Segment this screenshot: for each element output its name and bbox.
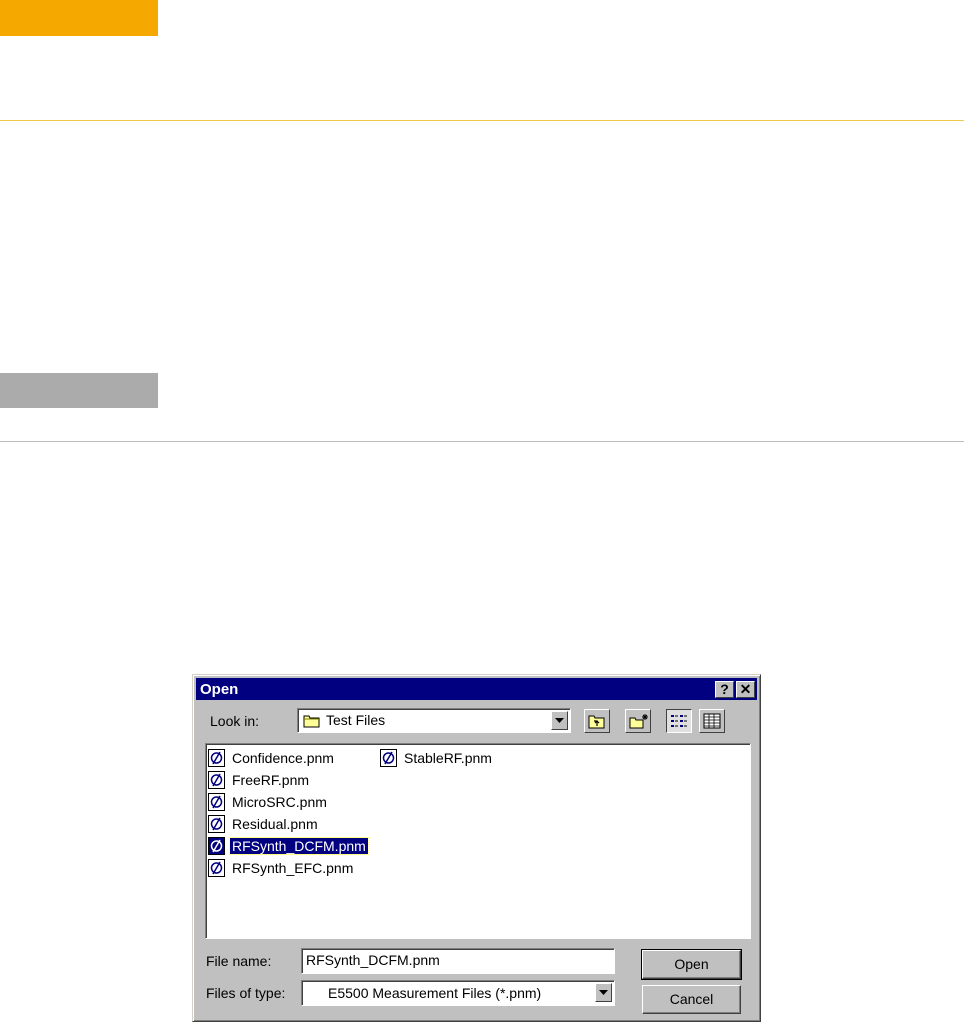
pnm-file-icon <box>208 749 225 767</box>
files-of-type-value: E5500 Measurement Files (*.pnm) <box>328 985 542 1001</box>
list-view-button[interactable] <box>666 709 692 733</box>
orange-section-tab <box>0 0 158 36</box>
pnm-file-icon <box>208 793 225 811</box>
gray-section-tab <box>0 373 158 408</box>
files-of-type-dropdown-arrow[interactable] <box>595 983 612 1002</box>
pnm-file-icon <box>208 771 225 789</box>
pnm-file-icon <box>208 837 225 855</box>
pnm-file-icon <box>208 815 225 833</box>
list-view-icon <box>671 715 687 727</box>
chevron-down-icon <box>599 990 608 995</box>
up-one-level-button[interactable] <box>584 709 610 733</box>
details-view-icon <box>703 713 721 729</box>
look-in-dropdown[interactable]: Test Files <box>297 708 571 733</box>
files-of-type-label: Files of type: <box>206 985 286 1001</box>
dialog-title-bar[interactable]: Open ? ✕ <box>196 678 757 700</box>
create-new-folder-icon <box>629 714 648 729</box>
file-name-label: File name: <box>206 953 272 969</box>
open-dialog: Open ? ✕ Look in: Test Files Confidence.… <box>192 674 761 1022</box>
up-one-level-icon <box>588 715 605 729</box>
pnm-file-icon <box>208 859 225 877</box>
details-view-button[interactable] <box>699 709 725 733</box>
pnm-file-icon <box>380 749 397 767</box>
cancel-button[interactable]: Cancel <box>642 985 741 1014</box>
gold-divider <box>0 120 964 121</box>
look-in-label: Look in: <box>210 713 260 729</box>
folder-icon <box>303 713 321 733</box>
files-of-type-dropdown[interactable]: E5500 Measurement Files (*.pnm) <box>301 980 615 1006</box>
gray-divider <box>0 441 964 442</box>
file-list[interactable]: Confidence.pnm FreeRF.pnm MicroSRC.pnm R… <box>205 743 751 939</box>
open-button[interactable]: Open <box>641 949 742 980</box>
look-in-value: Test Files <box>326 712 386 728</box>
create-new-folder-button[interactable] <box>625 709 651 733</box>
file-name-input[interactable]: RFSynth_DCFM.pnm <box>301 948 615 974</box>
dialog-title: Open <box>200 681 239 698</box>
look-in-dropdown-arrow[interactable] <box>551 711 568 730</box>
chevron-down-icon <box>555 718 564 723</box>
help-button[interactable]: ? <box>715 681 734 698</box>
close-button[interactable]: ✕ <box>736 681 755 698</box>
